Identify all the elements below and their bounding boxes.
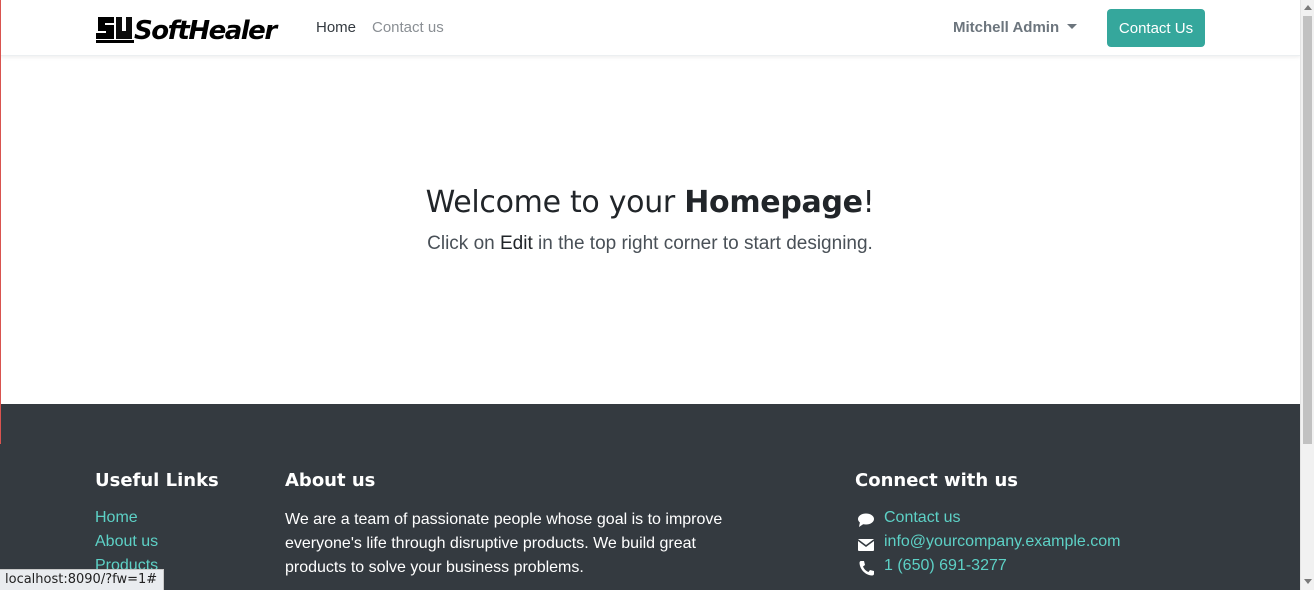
hero-title-post: !	[862, 185, 875, 220]
connect-phone-link[interactable]: 1 (650) 691-3277	[884, 557, 1007, 575]
softhealer-logo[interactable]: SoftHealer	[96, 13, 284, 45]
nav-home[interactable]: Home	[316, 19, 356, 36]
hero-title: Welcome to your Homepage!	[0, 185, 1300, 220]
comment-icon	[858, 513, 874, 527]
about-us-heading: About us	[285, 470, 376, 491]
logo-icon: SoftHealer	[96, 16, 281, 45]
footer: Useful Links Home About us Products Abou…	[0, 404, 1300, 590]
envelope-icon	[857, 539, 875, 551]
contact-us-button[interactable]: Contact Us	[1107, 9, 1205, 47]
useful-links-heading: Useful Links	[95, 470, 219, 491]
page: SoftHealer Home Contact us Mitchell Admi…	[0, 0, 1300, 590]
scroll-down-arrow-icon[interactable]	[1304, 579, 1312, 584]
hero-sub-pre: Click on	[427, 233, 500, 254]
nav-contact-us[interactable]: Contact us	[372, 19, 444, 36]
hero-title-pre: Welcome to your	[425, 185, 685, 220]
svg-text:SoftHealer: SoftHealer	[134, 16, 279, 45]
hero-sub-post: in the top right corner to start designi…	[532, 233, 873, 254]
footer-link-home[interactable]: Home	[95, 509, 138, 527]
red-edge-line	[0, 0, 1, 444]
footer-link-about-us[interactable]: About us	[95, 533, 158, 551]
connect-email-link[interactable]: info@yourcompany.example.com	[884, 533, 1121, 551]
about-us-text: We are a team of passionate people whose…	[285, 511, 723, 576]
user-name: Mitchell Admin	[953, 19, 1060, 36]
scrollbar-thumb[interactable]	[1303, 16, 1312, 444]
hero-title-bold: Homepage	[684, 185, 863, 220]
hero-section: Welcome to your Homepage! Click on Edit …	[0, 57, 1300, 404]
status-bar-url: localhost:8090/?fw=1#	[0, 569, 165, 590]
top-navbar: SoftHealer Home Contact us Mitchell Admi…	[0, 0, 1300, 56]
connect-heading: Connect with us	[855, 470, 1018, 491]
page-scrollbar[interactable]	[1300, 0, 1314, 590]
phone-icon	[859, 561, 874, 576]
connect-contact-us-link[interactable]: Contact us	[884, 509, 960, 527]
caret-down-icon	[1067, 24, 1078, 29]
hero-subtitle: Click on Edit in the top right corner to…	[0, 233, 1300, 255]
hero-sub-edit: Edit	[500, 233, 533, 254]
scroll-up-arrow-icon[interactable]	[1304, 5, 1312, 10]
user-menu-dropdown[interactable]: Mitchell Admin	[953, 19, 1078, 36]
